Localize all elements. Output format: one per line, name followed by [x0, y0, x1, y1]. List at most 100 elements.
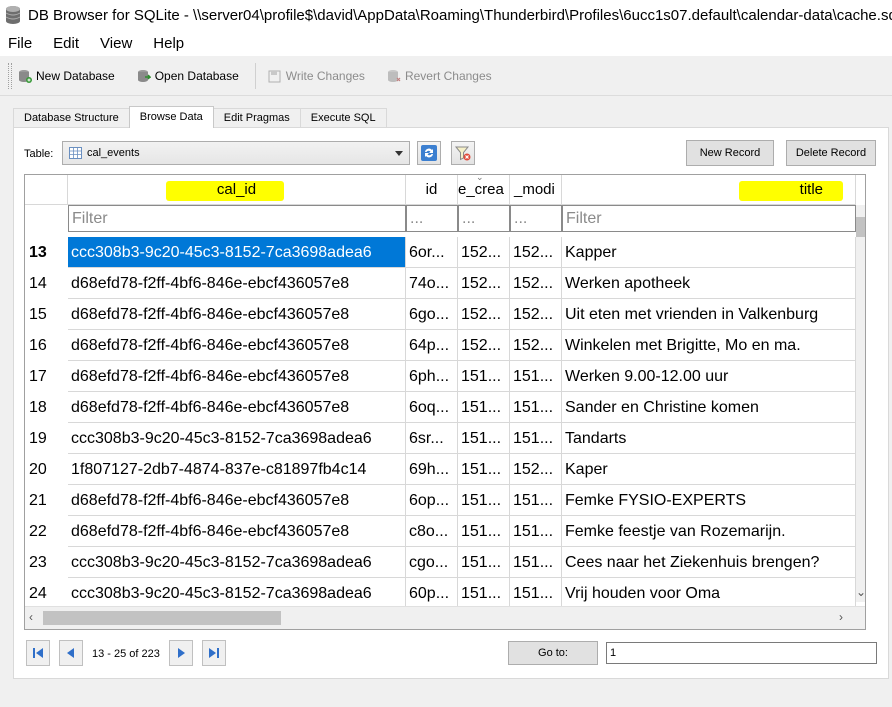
cell-title[interactable]: Femke feestje van Rozemarijn.	[562, 516, 856, 547]
table-row[interactable]: 21 d68efd78-f2ff-4bf6-846e-ebcf436057e8 6o…	[25, 485, 865, 516]
menu-view[interactable]: View	[92, 35, 139, 52]
row-number[interactable]: 18	[25, 392, 68, 423]
table-row[interactable]: 14 d68efd78-f2ff-4bf6-846e-ebcf436057e8 74…	[25, 268, 865, 299]
cell-id[interactable]: 6or...	[406, 237, 458, 268]
column-header-title[interactable]: title	[562, 175, 856, 205]
cell-modified[interactable]: 151...	[510, 578, 562, 609]
cell-title[interactable]: Uit eten met vrienden in Valkenburg	[562, 299, 856, 330]
filter-input-cal-id[interactable]: Filter	[68, 205, 406, 232]
tab-browse-data[interactable]: Browse Data	[128, 106, 214, 128]
cell-id[interactable]: 60p...	[406, 578, 458, 609]
scroll-right-icon[interactable]: ›	[839, 610, 843, 624]
column-header-id[interactable]: id	[406, 175, 458, 205]
cell-cal-id[interactable]: d68efd78-f2ff-4bf6-846e-ebcf436057e8	[68, 330, 406, 361]
filter-input-title[interactable]: Filter	[562, 205, 856, 232]
row-number[interactable]: 17	[25, 361, 68, 392]
table-row[interactable]: 18 d68efd78-f2ff-4bf6-846e-ebcf436057e8 6o…	[25, 392, 865, 423]
row-number[interactable]: 14	[25, 268, 68, 299]
open-database-button[interactable]: Open Database	[137, 69, 239, 83]
cell-title[interactable]: Kapper	[562, 237, 856, 268]
table-row[interactable]: 16 d68efd78-f2ff-4bf6-846e-ebcf436057e8 64…	[25, 330, 865, 361]
cell-created[interactable]: 151...	[458, 547, 510, 578]
cell-cal-id[interactable]: d68efd78-f2ff-4bf6-846e-ebcf436057e8	[68, 268, 406, 299]
cell-id[interactable]: 69h...	[406, 454, 458, 485]
cell-id[interactable]: cgo...	[406, 547, 458, 578]
cell-created[interactable]: 151...	[458, 423, 510, 454]
cell-cal-id[interactable]: d68efd78-f2ff-4bf6-846e-ebcf436057e8	[68, 361, 406, 392]
cell-modified[interactable]: 152...	[510, 454, 562, 485]
cell-id[interactable]: 74o...	[406, 268, 458, 299]
cell-cal-id[interactable]: d68efd78-f2ff-4bf6-846e-ebcf436057e8	[68, 392, 406, 423]
row-number[interactable]: 23	[25, 547, 68, 578]
first-page-button[interactable]	[26, 640, 50, 666]
cell-id[interactable]: 6go...	[406, 299, 458, 330]
cell-created[interactable]: 151...	[458, 578, 510, 609]
cell-title[interactable]: Werken 9.00-12.00 uur	[562, 361, 856, 392]
cell-modified[interactable]: 152...	[510, 299, 562, 330]
cell-modified[interactable]: 151...	[510, 392, 562, 423]
cell-modified[interactable]: 151...	[510, 485, 562, 516]
last-page-button[interactable]	[202, 640, 226, 666]
cell-title[interactable]: Werken apotheek	[562, 268, 856, 299]
write-changes-button[interactable]: Write Changes	[268, 69, 365, 83]
table-row[interactable]: 24 ccc308b3-9c20-45c3-8152-7ca3698adea6 60…	[25, 578, 865, 609]
tab-execute-sql[interactable]: Execute SQL	[299, 108, 387, 128]
cell-title[interactable]: Vrij houden voor Oma	[562, 578, 856, 609]
revert-changes-button[interactable]: Revert Changes	[387, 69, 492, 83]
vertical-scrollbar[interactable]: ⌄	[856, 205, 865, 602]
cell-created[interactable]: 151...	[458, 485, 510, 516]
cell-cal-id[interactable]: ccc308b3-9c20-45c3-8152-7ca3698adea6	[68, 578, 406, 609]
cell-modified[interactable]: 152...	[510, 268, 562, 299]
go-to-input[interactable]: 1	[606, 642, 877, 664]
go-to-button[interactable]: Go to:	[508, 641, 598, 665]
column-header-created[interactable]: e_crea ⌄	[458, 175, 510, 205]
cell-created[interactable]: 152...	[458, 268, 510, 299]
column-header-modified[interactable]: _modi	[510, 175, 562, 205]
cell-cal-id[interactable]: ccc308b3-9c20-45c3-8152-7ca3698adea6	[68, 237, 406, 268]
new-record-button[interactable]: New Record	[686, 140, 774, 166]
cell-modified[interactable]: 151...	[510, 547, 562, 578]
cell-id[interactable]: c8o...	[406, 516, 458, 547]
cell-created[interactable]: 151...	[458, 361, 510, 392]
row-number[interactable]: 16	[25, 330, 68, 361]
corner-header[interactable]	[25, 175, 68, 205]
cell-title[interactable]: Femke FYSIO-EXPERTS	[562, 485, 856, 516]
cell-modified[interactable]: 151...	[510, 423, 562, 454]
cell-created[interactable]: 151...	[458, 454, 510, 485]
toolbar-grip[interactable]	[8, 62, 12, 89]
scroll-down-icon[interactable]: ⌄	[856, 585, 865, 599]
row-number[interactable]: 15	[25, 299, 68, 330]
cell-cal-id[interactable]: d68efd78-f2ff-4bf6-846e-ebcf436057e8	[68, 516, 406, 547]
scroll-left-icon[interactable]: ‹	[29, 610, 33, 624]
cell-cal-id[interactable]: 1f807127-2db7-4874-837e-c81897fb4c14	[68, 454, 406, 485]
tab-database-structure[interactable]: Database Structure	[13, 108, 130, 128]
cell-cal-id[interactable]: d68efd78-f2ff-4bf6-846e-ebcf436057e8	[68, 299, 406, 330]
table-row[interactable]: 17 d68efd78-f2ff-4bf6-846e-ebcf436057e8 6p…	[25, 361, 865, 392]
cell-id[interactable]: 6ph...	[406, 361, 458, 392]
filter-input-id[interactable]: ...	[406, 205, 458, 232]
cell-modified[interactable]: 152...	[510, 237, 562, 268]
vertical-scrollbar-thumb[interactable]	[856, 217, 865, 237]
cell-cal-id[interactable]: d68efd78-f2ff-4bf6-846e-ebcf436057e8	[68, 485, 406, 516]
menu-edit[interactable]: Edit	[45, 35, 86, 52]
cell-title[interactable]: Sander en Christine komen	[562, 392, 856, 423]
horizontal-scrollbar-thumb[interactable]	[43, 611, 281, 625]
table-row[interactable]: 22 d68efd78-f2ff-4bf6-846e-ebcf436057e8 c8…	[25, 516, 865, 547]
menu-help[interactable]: Help	[145, 35, 191, 52]
row-number[interactable]: 19	[25, 423, 68, 454]
new-database-button[interactable]: New Database	[18, 69, 115, 83]
table-row[interactable]: 20 1f807127-2db7-4874-837e-c81897fb4c14 69…	[25, 454, 865, 485]
cell-title[interactable]: Kaper	[562, 454, 856, 485]
cell-created[interactable]: 152...	[458, 330, 510, 361]
cell-cal-id[interactable]: ccc308b3-9c20-45c3-8152-7ca3698adea6	[68, 547, 406, 578]
cell-created[interactable]: 151...	[458, 392, 510, 423]
row-number[interactable]: 24	[25, 578, 68, 609]
refresh-button[interactable]	[417, 141, 441, 165]
cell-cal-id[interactable]: ccc308b3-9c20-45c3-8152-7ca3698adea6	[68, 423, 406, 454]
cell-id[interactable]: 6oq...	[406, 392, 458, 423]
cell-created[interactable]: 152...	[458, 237, 510, 268]
previous-page-button[interactable]	[59, 640, 83, 666]
table-row[interactable]: 13 ccc308b3-9c20-45c3-8152-7ca3698adea6 6o…	[25, 237, 865, 268]
cell-id[interactable]: 6op...	[406, 485, 458, 516]
tab-edit-pragmas[interactable]: Edit Pragmas	[212, 108, 301, 128]
